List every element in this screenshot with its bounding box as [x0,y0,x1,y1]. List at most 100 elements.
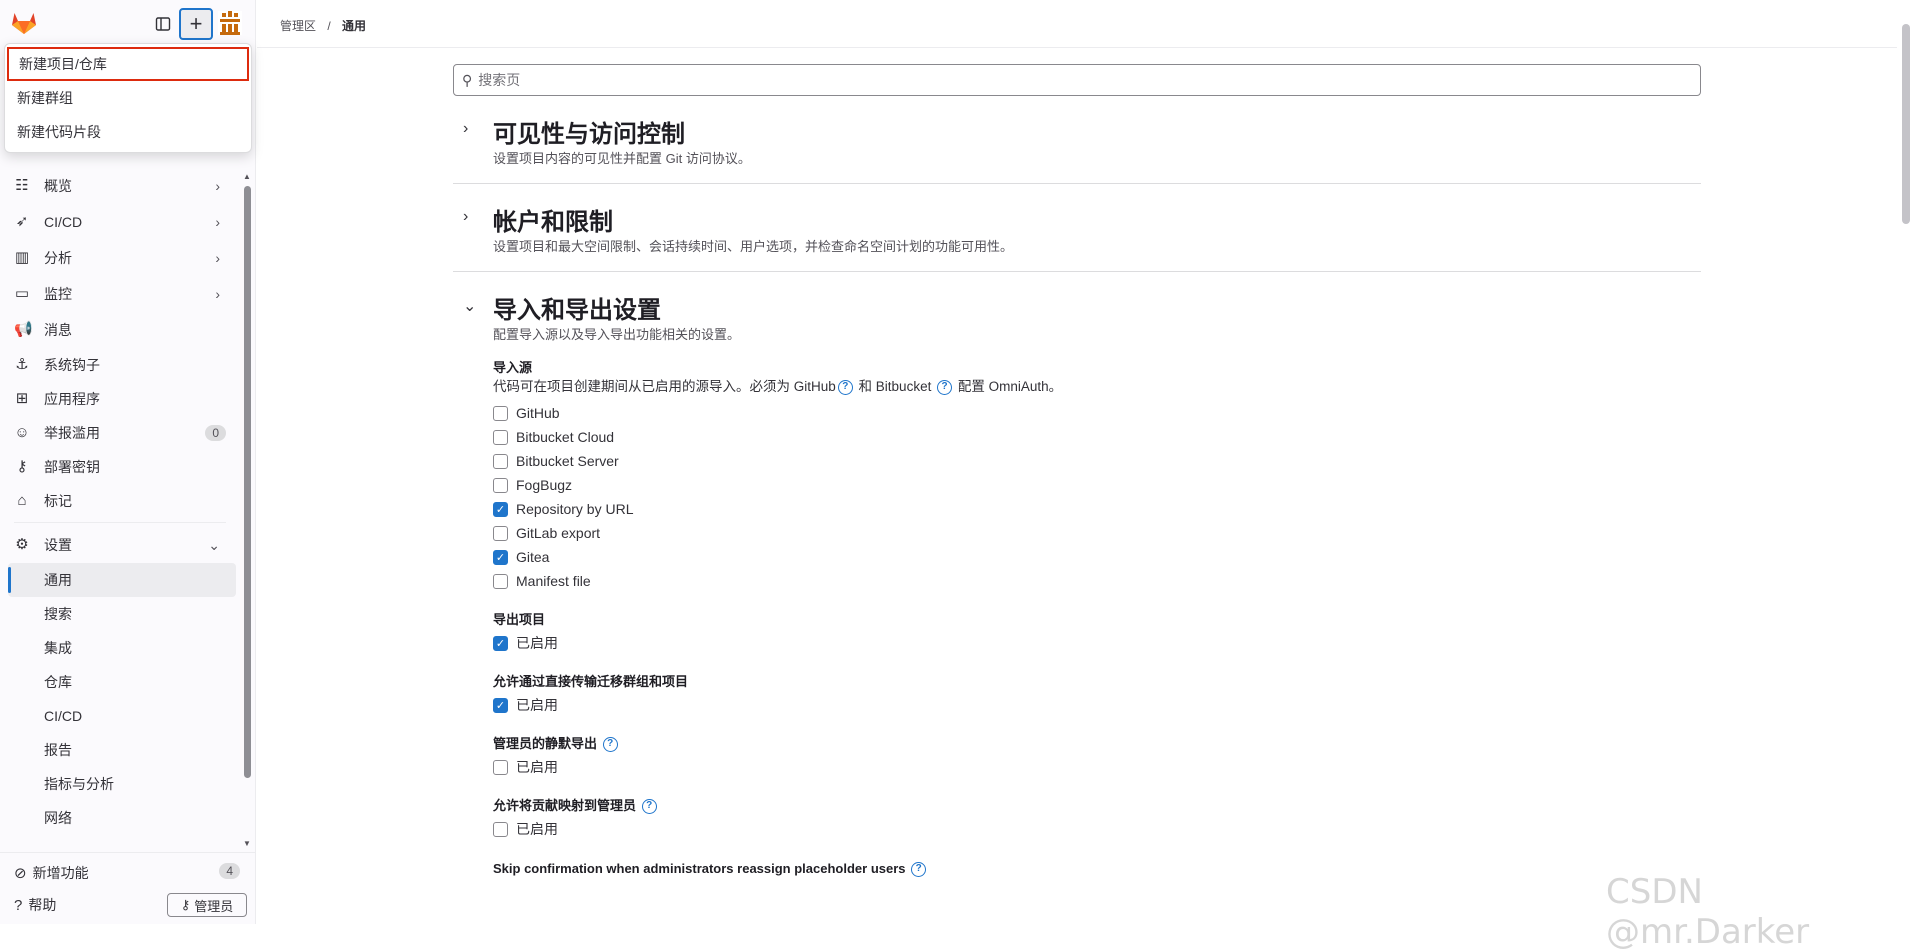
chevron-right-icon[interactable]: › [463,120,468,138]
help-icon[interactable]: ? [837,379,853,395]
sidebar-toggle-icon [155,17,171,31]
chevron-right-icon: › [215,286,220,302]
help-label: 帮助 [28,897,57,913]
import-desc-part: 和 Bitbucket [858,379,932,394]
help-icon[interactable]: ? [911,862,927,878]
sidebar-item-applications[interactable]: ⊞ 应用程序 [0,382,240,416]
section-title[interactable]: 帐户和限制 [493,184,1701,236]
sidebar-item-settings[interactable]: ⚙ 设置 ⌄ [0,527,240,563]
help-link[interactable]: ? 帮助 [14,895,56,915]
header-divider [257,47,1897,48]
import-source-row[interactable]: GitLab export [493,521,1701,545]
sidebar-item-cicd[interactable]: ➶ CI/CD › [0,204,240,240]
sidebar-subitem-reports[interactable]: 报告 [0,733,236,767]
checkbox-checked[interactable]: ✓ [493,635,508,651]
sidebar-item-label: 分析 [44,250,72,266]
sidebar-item-messages[interactable]: 📢 消息 [0,312,240,348]
checkbox-unchecked[interactable] [493,759,508,775]
checkbox-unchecked[interactable] [493,821,508,837]
checkbox-unchecked[interactable] [493,477,508,493]
checkbox-label: Bitbucket Cloud [516,429,615,445]
checkbox-label: Repository by URL [516,501,634,517]
sidebar-subitem-cicd[interactable]: CI/CD [0,699,236,733]
checkbox-unchecked[interactable] [493,405,508,421]
sidebar-subitem-repository[interactable]: 仓库 [0,665,236,699]
checkbox-checked[interactable]: ✓ [493,697,508,713]
help-icon[interactable]: ? [602,737,618,753]
page-scrollbar[interactable] [1898,0,1912,924]
sidebar-subitem-network[interactable]: 网络 [0,801,236,835]
scroll-down-arrow-icon[interactable]: ▼ [243,839,251,848]
skip-confirmation-title: Skip confirmation when administrators re… [493,861,906,876]
sidebar-item-labels[interactable]: ⌂ 标记 [0,484,240,518]
scroll-up-arrow-icon[interactable]: ▲ [243,172,251,181]
section-title[interactable]: 导入和导出设置 [493,272,1701,324]
import-desc-part: 代码可在项目创建期间从已启用的源导入。必须为 GitHub [493,379,836,394]
section-title[interactable]: 可见性与访问控制 [493,96,1701,148]
sidebar-subitem-search[interactable]: 搜索 [0,597,236,631]
checkbox-unchecked[interactable] [493,429,508,445]
map-contributions-block: 允许将贡献映射到管理员 ? 已启用 [493,795,1701,841]
checkbox-checked[interactable]: ✓ [493,501,508,517]
chevron-down-icon[interactable]: ⌄ [463,296,476,316]
import-source-row[interactable]: Manifest file [493,569,1701,593]
silent-export-heading: 管理员的静默导出 ? [493,733,1701,753]
gitlab-logo-icon[interactable] [11,11,37,35]
silent-export-checkbox-row[interactable]: 已启用 [493,755,1701,779]
breadcrumb-root-link[interactable]: 管理区 [280,19,316,33]
watermark: CSDN @mr.Darker [1606,872,1810,952]
help-icon[interactable]: ? [937,379,953,395]
sidebar-item-label: 标记 [44,493,72,509]
section-import-export: ⌄ 导入和导出设置 配置导入源以及导入导出功能相关的设置。 导入源 代码可在项目… [453,272,1701,879]
whats-new-count-badge: 4 [219,863,240,879]
new-project-menu-item[interactable]: 新建项目/仓库 [7,47,249,81]
sidebar-subitem-integrations[interactable]: 集成 [0,631,236,665]
checkbox-unchecked[interactable] [493,573,508,589]
direct-transfer-checkbox-row[interactable]: ✓ 已启用 [493,693,1701,717]
skip-confirmation-block: Skip confirmation when administrators re… [493,861,1701,879]
whats-new-link[interactable]: ⊘ 新增功能 [14,863,89,883]
sidebar-subitem-metrics[interactable]: 指标与分析 [0,767,236,801]
checkbox-unchecked[interactable] [493,525,508,541]
import-source-row[interactable]: ✓ Repository by URL [493,497,1701,521]
checkbox-checked[interactable]: ✓ [493,549,508,565]
new-snippet-menu-item[interactable]: 新建代码片段 [5,115,251,149]
checkbox-label: FogBugz [516,477,573,493]
sidebar-toggle-button[interactable] [146,8,180,40]
user-avatar[interactable] [216,9,244,37]
search-input[interactable]: ⚲ 搜索页 [453,64,1701,96]
help-icon[interactable]: ? [641,799,657,815]
create-new-button[interactable]: + [179,8,213,40]
sidebar-item-deploy-keys[interactable]: ⚷ 部署密钥 [0,450,240,484]
checkbox-unchecked[interactable] [493,453,508,469]
section-description: 配置导入源以及导入导出功能相关的设置。 [493,327,741,342]
sidebar-item-system-hooks[interactable]: ⚓ 系统钩子 [0,348,240,382]
sidebar-item-analytics[interactable]: ▥ 分析 › [0,240,240,276]
key-icon: ⚷ [16,458,28,475]
export-project-checkbox-row[interactable]: ✓ 已启用 [493,631,1701,655]
page-scroll-thumb[interactable] [1902,24,1910,224]
admin-button[interactable]: ⚷ 管理员 [167,893,247,917]
sidebar-scroll-thumb[interactable] [244,186,251,778]
checkbox-label: 已启用 [516,821,558,837]
sidebar-scrollbar[interactable]: ▲ ▼ [242,172,252,848]
map-contributions-checkbox-row[interactable]: 已启用 [493,817,1701,841]
chevron-right-icon[interactable]: › [463,208,468,226]
apps-icon: ⊞ [15,390,29,407]
import-source-row[interactable]: Bitbucket Server [493,449,1701,473]
compass-icon: ⊘ [14,865,27,882]
import-source-row[interactable]: Bitbucket Cloud [493,425,1701,449]
sidebar-footer: ⊘ 新增功能 4 ? 帮助 ⚷ 管理员 [0,852,256,924]
sidebar-item-monitoring[interactable]: ▭ 监控 › [0,276,240,312]
sidebar-item-overview[interactable]: ☷ 概览 › [0,168,240,204]
sidebar-item-label: 概览 [44,178,72,194]
import-source-row[interactable]: ✓ Gitea [493,545,1701,569]
divider [14,522,226,523]
import-source-row[interactable]: FogBugz [493,473,1701,497]
sidebar-item-abuse-reports[interactable]: ☺ 举报滥用 0 [0,416,240,450]
new-group-menu-item[interactable]: 新建群组 [5,81,251,115]
section-account-limits: › 帐户和限制 设置项目和最大空间限制、会话持续时间、用户选项，并检查命名空间计… [453,184,1701,272]
sidebar-subitem-general[interactable]: 通用 [8,563,236,597]
plus-icon: + [189,11,203,36]
import-source-row[interactable]: GitHub [493,401,1701,425]
